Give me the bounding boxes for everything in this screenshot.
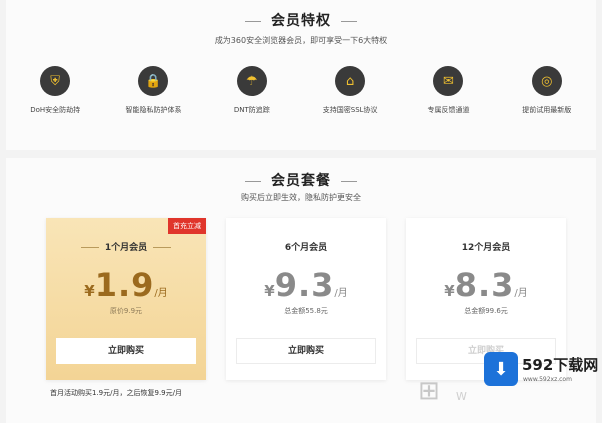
currency-symbol: ¥ (84, 282, 95, 300)
umbrella-icon: ☂ (236, 66, 267, 96)
windows-logo-icon: ⊞ (418, 376, 440, 406)
privilege-ssl: ⌂ 支持国密SSL协议 (301, 66, 399, 115)
privilege-dnt: ☂ DNT防追踪 (203, 66, 301, 115)
plan-total-price: 总金额55.8元 (284, 307, 328, 315)
plan-card-1-month[interactable]: 首充立减 1个月会员 ¥1.9/月 原价9.9元 立即购买 (46, 218, 206, 380)
plan-total-price: 总金额99.6元 (464, 307, 508, 315)
plan-original-price: 原价9.9元 (109, 307, 143, 315)
price-value: 8.3 (454, 266, 515, 304)
price-unit: /月 (334, 288, 348, 299)
promo-note: 首月活动购买1.9元/月，之后恢复9.9元/月 (50, 389, 182, 397)
privilege-label: 专属反馈通道 (427, 106, 470, 114)
lock-icon: 🔒 (138, 66, 169, 96)
privilege-doh: ⛨ DoH安全防劫持 (6, 66, 104, 115)
price-value: 1.9 (94, 266, 155, 304)
price-unit: /月 (514, 288, 528, 299)
bank-icon: ⌂ (335, 66, 366, 96)
watermark-url: www.592xz.com (523, 376, 572, 383)
privileges-list: ⛨ DoH安全防劫持 🔒 智能隐私防护体系 ☂ DNT防追踪 ⌂ 支持国密SSL… (6, 66, 596, 115)
currency-symbol: ¥ (444, 282, 455, 300)
price-value: 9.3 (274, 266, 335, 304)
packages-subtitle: 购买后立即生效，隐私防护更安全 (241, 193, 361, 202)
plan-price: ¥8.3/月 (406, 266, 566, 304)
privilege-label: 智能隐私防护体系 (125, 106, 182, 114)
buy-button-1-month[interactable]: 立即购买 (56, 338, 196, 364)
download-logo-icon: ⬇ (484, 352, 518, 386)
watermark-brand: 592下载网 (522, 356, 599, 374)
packages-title: 会员套餐 (6, 170, 596, 190)
privileges-subtitle: 成为360安全浏览器会员，即可享受一下6大特权 (214, 36, 388, 45)
shield-icon: ⛨ (40, 66, 71, 96)
privilege-label: 提前试用最新版 (522, 106, 572, 114)
plan-title: 12个月会员 (461, 243, 511, 253)
privileges-title: 会员特权 (6, 10, 596, 30)
plan-title: 1个月会员 (46, 240, 206, 253)
privilege-label: 支持国密SSL协议 (322, 106, 378, 114)
privilege-label: DNT防追踪 (233, 106, 270, 114)
chat-icon: ✉ (433, 66, 464, 96)
privilege-feedback: ✉ 专属反馈通道 (399, 66, 497, 115)
plan-price: ¥9.3/月 (226, 266, 386, 304)
privilege-label: DoH安全防劫持 (30, 106, 81, 114)
currency-symbol: ¥ (264, 282, 275, 300)
privileges-section: 会员特权 成为360安全浏览器会员，即可享受一下6大特权 ⛨ DoH安全防劫持 … (6, 0, 596, 150)
privilege-privacy: 🔒 智能隐私防护体系 (104, 66, 202, 115)
plan-title: 6个月会员 (284, 243, 328, 253)
privilege-preview: ◎ 提前试用最新版 (498, 66, 596, 115)
price-unit: /月 (154, 288, 168, 299)
compass-icon: ◎ (531, 66, 562, 96)
watermark-text: W (456, 390, 467, 403)
site-watermark: ⊞ W ⬇ 592下载网 www.592xz.com (404, 340, 602, 423)
buy-button-6-months[interactable]: 立即购买 (236, 338, 376, 364)
plan-card-6-months[interactable]: 6个月会员 ¥9.3/月 总金额55.8元 立即购买 (226, 218, 386, 380)
promo-badge: 首充立减 (168, 218, 206, 234)
plan-price: ¥1.9/月 (46, 266, 206, 304)
